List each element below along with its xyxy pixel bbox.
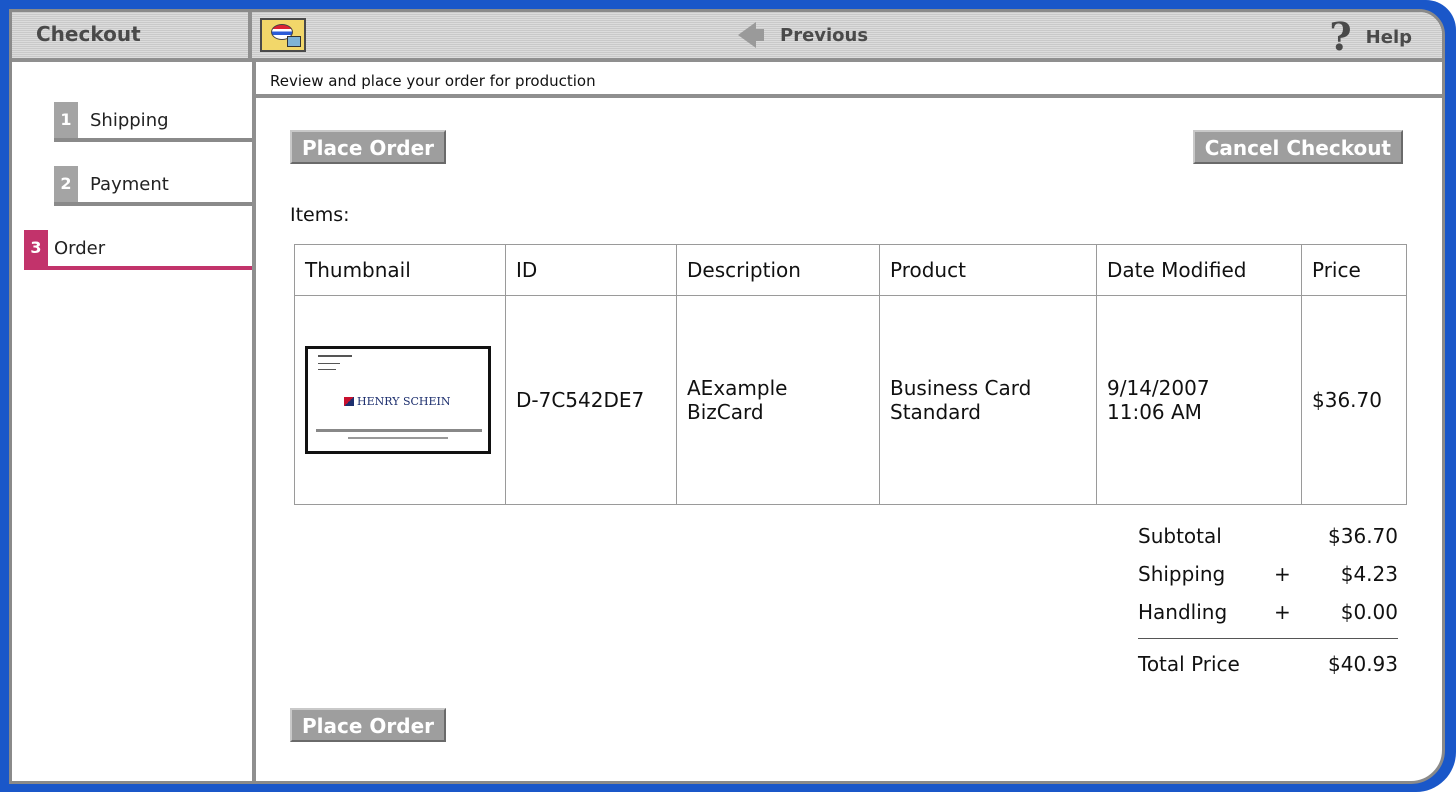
logo-mark-icon	[344, 397, 354, 406]
cancel-checkout-button[interactable]: Cancel Checkout	[1192, 130, 1403, 164]
handling-row: Handling + $0.00	[1138, 594, 1398, 632]
total-value: $40.93	[1328, 652, 1398, 676]
business-card-thumbnail[interactable]: HENRY SCHEIN	[305, 346, 491, 454]
date-cell: 9/14/2007 11:06 AM	[1096, 295, 1302, 505]
previous-label: Previous	[780, 24, 869, 46]
step-label: Order	[54, 237, 106, 259]
step-order[interactable]: 3 Order	[24, 230, 105, 266]
steps-sidebar: 1 Shipping 2 Payment 3 Order	[12, 62, 256, 781]
step-payment[interactable]: 2 Payment	[54, 166, 169, 202]
step-divider	[54, 138, 252, 142]
total-label: Total Price	[1138, 652, 1240, 676]
items-label: Items:	[290, 204, 350, 226]
subtotal-row: Subtotal $36.70	[1138, 518, 1398, 556]
items-table: Thumbnail ID Description Product Date Mo…	[294, 244, 1407, 505]
back-arrow-icon	[738, 22, 764, 48]
thumb-text-line	[318, 355, 352, 357]
column-header: ID	[505, 244, 677, 296]
column-header: Description	[676, 244, 880, 296]
main-panel: Review and place your order for producti…	[256, 62, 1442, 781]
help-icon: ?	[1329, 14, 1352, 59]
step-shipping[interactable]: 1 Shipping	[54, 102, 169, 138]
product-cell: Business Card Standard	[879, 295, 1097, 505]
help-label: Help	[1365, 26, 1412, 48]
handling-label: Handling	[1138, 600, 1228, 624]
title-bar: Checkout Previous ? Help	[12, 12, 1442, 62]
step-divider	[54, 202, 252, 206]
instruction-text: Review and place your order for producti…	[270, 72, 596, 90]
plus-sign: +	[1274, 600, 1291, 624]
place-order-button-top[interactable]: Place Order	[290, 130, 447, 164]
plus-sign: +	[1274, 562, 1291, 586]
thumbnail-cell: HENRY SCHEIN	[294, 295, 506, 505]
product-line: Standard	[890, 400, 981, 424]
previous-button[interactable]: Previous	[738, 22, 868, 48]
step-number: 2	[54, 166, 78, 202]
total-row: Total Price $40.93	[1138, 646, 1398, 684]
product-line: Business Card	[890, 376, 1032, 400]
shipping-row: Shipping + $4.23	[1138, 556, 1398, 594]
time-line: 11:06 AM	[1107, 400, 1202, 424]
table-row[interactable]: HENRY SCHEIN D-7C542DE7 AExample BizCard…	[294, 295, 1407, 505]
help-button[interactable]: ? Help	[1329, 18, 1412, 56]
date-line: 9/14/2007	[1107, 376, 1210, 400]
cart-icon[interactable]	[260, 18, 306, 52]
step-label: Payment	[90, 173, 169, 195]
step-number: 3	[24, 230, 48, 266]
step-label: Shipping	[90, 109, 169, 131]
description-cell: AExample BizCard	[676, 295, 880, 505]
column-header: Price	[1301, 244, 1407, 296]
checkout-window: Checkout Previous ? Help 1 Shipping 2 Pa…	[9, 9, 1445, 784]
thumb-text-line	[318, 363, 340, 364]
logo-text: HENRY SCHEIN	[357, 395, 451, 408]
place-order-button-bottom[interactable]: Place Order	[290, 708, 447, 742]
shipping-label: Shipping	[1138, 562, 1226, 586]
shipping-value: $4.23	[1340, 562, 1398, 586]
subtotal-value: $36.70	[1328, 524, 1398, 548]
instruction-bar: Review and place your order for producti…	[256, 62, 1442, 98]
cart-icon-badge	[287, 36, 301, 47]
description-line: AExample	[687, 376, 788, 400]
thumb-text-line	[316, 429, 482, 432]
title-cell: Checkout	[12, 12, 252, 58]
order-totals: Subtotal $36.70 Shipping + $4.23 Handlin…	[1138, 518, 1398, 676]
subtotal-label: Subtotal	[1138, 524, 1222, 548]
henry-schein-logo: HENRY SCHEIN	[344, 395, 451, 408]
handling-value: $0.00	[1340, 600, 1398, 624]
column-header: Thumbnail	[294, 244, 506, 296]
description-line: BizCard	[687, 400, 764, 424]
step-divider-active	[24, 266, 252, 270]
thumb-text-line	[318, 369, 336, 370]
column-header: Product	[879, 244, 1097, 296]
window-title: Checkout	[36, 22, 141, 46]
id-cell: D-7C542DE7	[505, 295, 677, 505]
table-header-row: Thumbnail ID Description Product Date Mo…	[294, 244, 1407, 296]
price-cell: $36.70	[1301, 295, 1407, 505]
thumb-text-line	[348, 437, 448, 439]
column-header: Date Modified	[1096, 244, 1302, 296]
totals-divider	[1138, 638, 1398, 639]
step-number: 1	[54, 102, 78, 138]
